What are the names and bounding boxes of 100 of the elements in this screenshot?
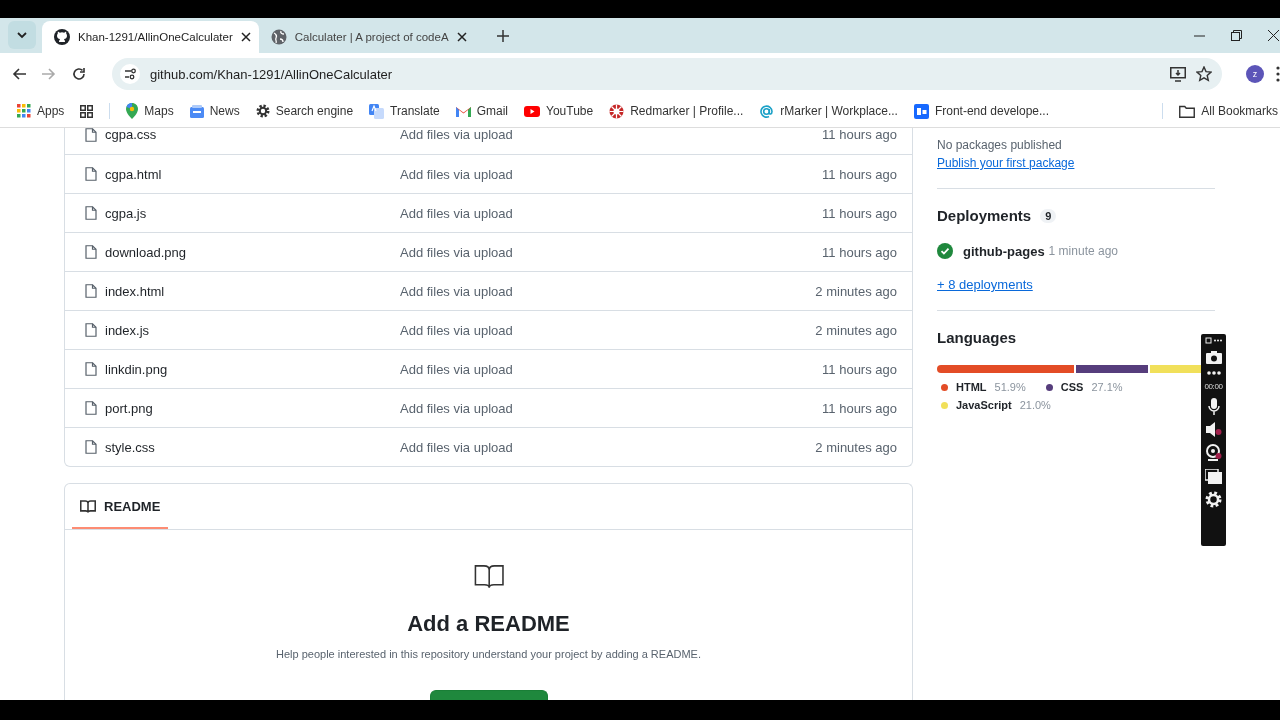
file-icon xyxy=(85,362,97,376)
file-name-link[interactable]: cgpa.html xyxy=(105,166,162,182)
file-name-link[interactable]: index.html xyxy=(105,283,165,299)
file-icon xyxy=(85,128,97,142)
tab-groups-icon[interactable] xyxy=(80,104,94,118)
file-name-link[interactable]: cgpa.css xyxy=(105,128,157,142)
bookmark[interactable]: News xyxy=(189,104,240,118)
file-name-link[interactable]: port.png xyxy=(105,400,153,416)
letter-square-icon xyxy=(913,103,929,119)
more-deployments-link[interactable]: + 8 deployments xyxy=(937,277,1033,292)
close-icon[interactable] xyxy=(456,32,467,42)
commit-message-link[interactable]: Add files via upload xyxy=(400,400,513,416)
readme-description: Help people interested in this repository understand your project by adding a README. xyxy=(276,648,701,660)
profile-avatar[interactable]: z xyxy=(1246,65,1264,83)
site-settings-icon[interactable] xyxy=(120,64,140,84)
recording-timer: 00:00 xyxy=(1204,382,1223,391)
browser-tab[interactable]: Calculater | A project of codeA xyxy=(258,21,475,53)
bookmark[interactable]: Apps xyxy=(17,104,65,118)
file-icon xyxy=(85,323,97,337)
file-name-link[interactable]: download.png xyxy=(105,244,186,260)
file-icon xyxy=(85,206,97,220)
commit-time: 11 hours ago xyxy=(822,205,897,221)
file-icon xyxy=(85,401,97,415)
play-icon xyxy=(524,105,541,117)
commit-time: 11 hours ago xyxy=(822,400,897,416)
file-name-link[interactable]: cgpa.js xyxy=(105,205,147,221)
file-name-link[interactable]: linkdin.png xyxy=(105,361,168,377)
newspaper-icon xyxy=(189,104,204,118)
commit-message-link[interactable]: Add files via upload xyxy=(400,283,513,299)
browser-tab[interactable]: Khan-1291/AllinOneCalculater xyxy=(42,21,259,53)
webcam-icon[interactable] xyxy=(1205,444,1222,462)
folder-icon xyxy=(1179,104,1196,118)
file-icon xyxy=(85,284,97,298)
commit-message-link[interactable]: Add files via upload xyxy=(400,205,513,221)
camera-icon[interactable] xyxy=(1205,351,1222,364)
screens-icon[interactable] xyxy=(1205,469,1222,484)
all-bookmarks[interactable]: All Bookmarks xyxy=(1179,104,1278,118)
file-name-link[interactable]: style.css xyxy=(105,439,155,455)
settings-icon[interactable] xyxy=(1205,491,1222,508)
readme-heading: Add a README xyxy=(407,611,570,637)
no-packages-text: No packages published xyxy=(937,138,1063,152)
book-icon xyxy=(80,499,96,513)
commit-message-link[interactable]: Add files via upload xyxy=(400,128,513,142)
install-app-icon[interactable] xyxy=(1170,66,1186,82)
commit-message-link[interactable]: Add files via upload xyxy=(400,322,513,338)
translate-icon xyxy=(369,103,385,119)
readme-tab[interactable]: README xyxy=(72,485,169,529)
publish-package-link[interactable]: Publish your first package xyxy=(937,156,1075,170)
wheel-icon xyxy=(609,103,625,119)
tab-list-caret-icon[interactable] xyxy=(8,21,36,49)
url-text: github.com/Khan-1291/AllinOneCalculater xyxy=(150,66,394,82)
commit-message-link[interactable]: Add files via upload xyxy=(400,244,513,260)
more-menu-icon[interactable] xyxy=(1276,66,1280,82)
close-icon[interactable] xyxy=(1268,30,1279,41)
close-icon[interactable] xyxy=(240,32,251,42)
file-icon xyxy=(85,440,97,454)
star-icon[interactable] xyxy=(1196,66,1212,82)
address-bar[interactable]: github.com/Khan-1291/AllinOneCalculater xyxy=(112,58,1222,90)
gear-icon xyxy=(255,104,270,118)
speaker-icon[interactable] xyxy=(1205,422,1222,437)
bookmark[interactable]: YouTube xyxy=(524,104,594,118)
bookmark[interactable]: Translate xyxy=(369,103,440,119)
check-circle-icon xyxy=(937,243,953,259)
commit-time: 11 hours ago xyxy=(822,166,897,182)
restore-icon[interactable] xyxy=(1231,30,1242,41)
commit-time: 2 minutes ago xyxy=(815,283,897,299)
deployments-count: 9 xyxy=(1040,208,1057,223)
commit-message-link[interactable]: Add files via upload xyxy=(400,166,513,182)
back-arrow-icon[interactable] xyxy=(12,68,26,80)
reload-icon[interactable] xyxy=(72,67,86,81)
language-percent: 51.9% xyxy=(994,381,1026,393)
language-percent: 21.0% xyxy=(1019,399,1051,411)
bookmark[interactable]: rMarker | Workplace... xyxy=(759,103,898,119)
mail-icon xyxy=(455,105,471,117)
commit-time: 11 hours ago xyxy=(822,244,897,260)
file-name-link[interactable]: index.js xyxy=(105,322,150,338)
bookmark[interactable]: Redmarker | Profile... xyxy=(609,103,744,119)
more-dots-icon[interactable] xyxy=(1205,371,1222,375)
deployment-link[interactable]: github-pages xyxy=(963,243,1045,259)
microphone-icon[interactable] xyxy=(1207,398,1220,415)
language-percent: 27.1% xyxy=(1091,381,1123,393)
at-sign-icon xyxy=(759,103,775,119)
language-name: HTML xyxy=(956,381,987,393)
bookmark[interactable]: Search engine xyxy=(255,104,354,118)
bookmark[interactable]: Front-end develope... xyxy=(913,103,1049,119)
language-name: JavaScript xyxy=(956,399,1012,411)
commit-message-link[interactable]: Add files via upload xyxy=(400,361,513,377)
commit-time: 2 minutes ago xyxy=(815,322,897,338)
language-name: CSS xyxy=(1060,381,1084,393)
commit-time: 11 hours ago xyxy=(822,361,897,377)
deployment-time: 1 minute ago xyxy=(1048,244,1118,258)
commit-time: 2 minutes ago xyxy=(815,439,897,455)
pin-more-icon[interactable] xyxy=(1204,337,1223,344)
new-tab-icon[interactable] xyxy=(496,30,509,42)
octocat-icon xyxy=(54,29,70,45)
commit-message-link[interactable]: Add files via upload xyxy=(400,439,513,455)
bookmark[interactable]: Gmail xyxy=(455,104,509,118)
file-icon xyxy=(85,167,97,181)
bookmark[interactable]: Maps xyxy=(126,103,174,119)
deployments-heading: Deployments xyxy=(937,207,1032,224)
